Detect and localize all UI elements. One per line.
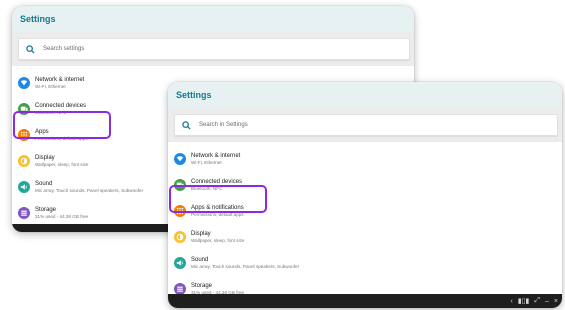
search-icon: [181, 120, 191, 130]
selection-highlight: [169, 185, 267, 213]
item-title: Network & internet: [191, 152, 241, 159]
wifi-icon: [18, 77, 30, 89]
close-icon[interactable]: ×: [554, 298, 558, 305]
volume-icon: [18, 181, 30, 193]
app-header: Settings: [12, 6, 414, 32]
item-subtitle: Wallpaper, sleep, font size: [191, 237, 245, 243]
item-subtitle: Mic array, Touch sounds, Panel speakers,…: [191, 263, 300, 269]
item-subtitle: Wi-Fi, Ethernet: [191, 159, 222, 165]
search-bar[interactable]: Search in Settings: [174, 114, 558, 136]
search-placeholder: Search settings: [43, 46, 85, 52]
navigation-bar: ‹ ▮▯▮ ⤢ – ×: [168, 294, 562, 308]
search-icon: [25, 44, 35, 54]
item-subtitle: Wi-Fi, Ethernet: [35, 83, 66, 89]
item-title: Display: [35, 154, 55, 161]
brightness-icon: [174, 231, 186, 243]
item-subtitle: 31% used - 44.36 GB free: [35, 213, 89, 219]
wifi-icon: [174, 153, 186, 165]
item-title: Display: [191, 230, 211, 237]
storage-icon: [18, 207, 30, 219]
page-title: Settings: [20, 14, 56, 24]
page-title: Settings: [176, 90, 212, 100]
settings-item-network[interactable]: Network & internet Wi-Fi, Ethernet: [168, 146, 562, 172]
brightness-icon: [18, 155, 30, 167]
search-area: Search settings: [12, 32, 414, 66]
item-subtitle: Mic array, Touch sounds, Panel speakers,…: [35, 187, 144, 193]
search-bar[interactable]: Search settings: [18, 38, 410, 60]
minimize-icon[interactable]: –: [545, 298, 549, 305]
back-icon[interactable]: ‹: [510, 298, 512, 305]
search-placeholder: Search in Settings: [199, 122, 248, 128]
item-title: Sound: [35, 180, 53, 187]
volume-icon: [174, 257, 186, 269]
fullscreen-icon[interactable]: ⤢: [534, 297, 540, 305]
settings-item-sound[interactable]: Sound Mic array, Touch sounds, Panel spea…: [168, 250, 562, 276]
item-title: Network & internet: [35, 76, 85, 83]
item-title: Storage: [191, 282, 213, 289]
settings-list: Network & internet Wi-Fi, Ethernet Connec…: [168, 142, 562, 302]
settings-window-new: Settings Search in Settings Network & in…: [168, 82, 562, 308]
app-header: Settings: [168, 82, 562, 108]
recents-icon[interactable]: ▮▯▮: [518, 297, 530, 305]
item-title: Sound: [191, 256, 209, 263]
selection-highlight: [13, 111, 111, 139]
item-title: Connected devices: [35, 102, 87, 109]
item-subtitle: Wallpaper, sleep, font size: [35, 161, 89, 167]
item-title: Storage: [35, 206, 57, 213]
settings-item-display[interactable]: Display Wallpaper, sleep, font size: [168, 224, 562, 250]
search-area: Search in Settings: [168, 108, 562, 142]
